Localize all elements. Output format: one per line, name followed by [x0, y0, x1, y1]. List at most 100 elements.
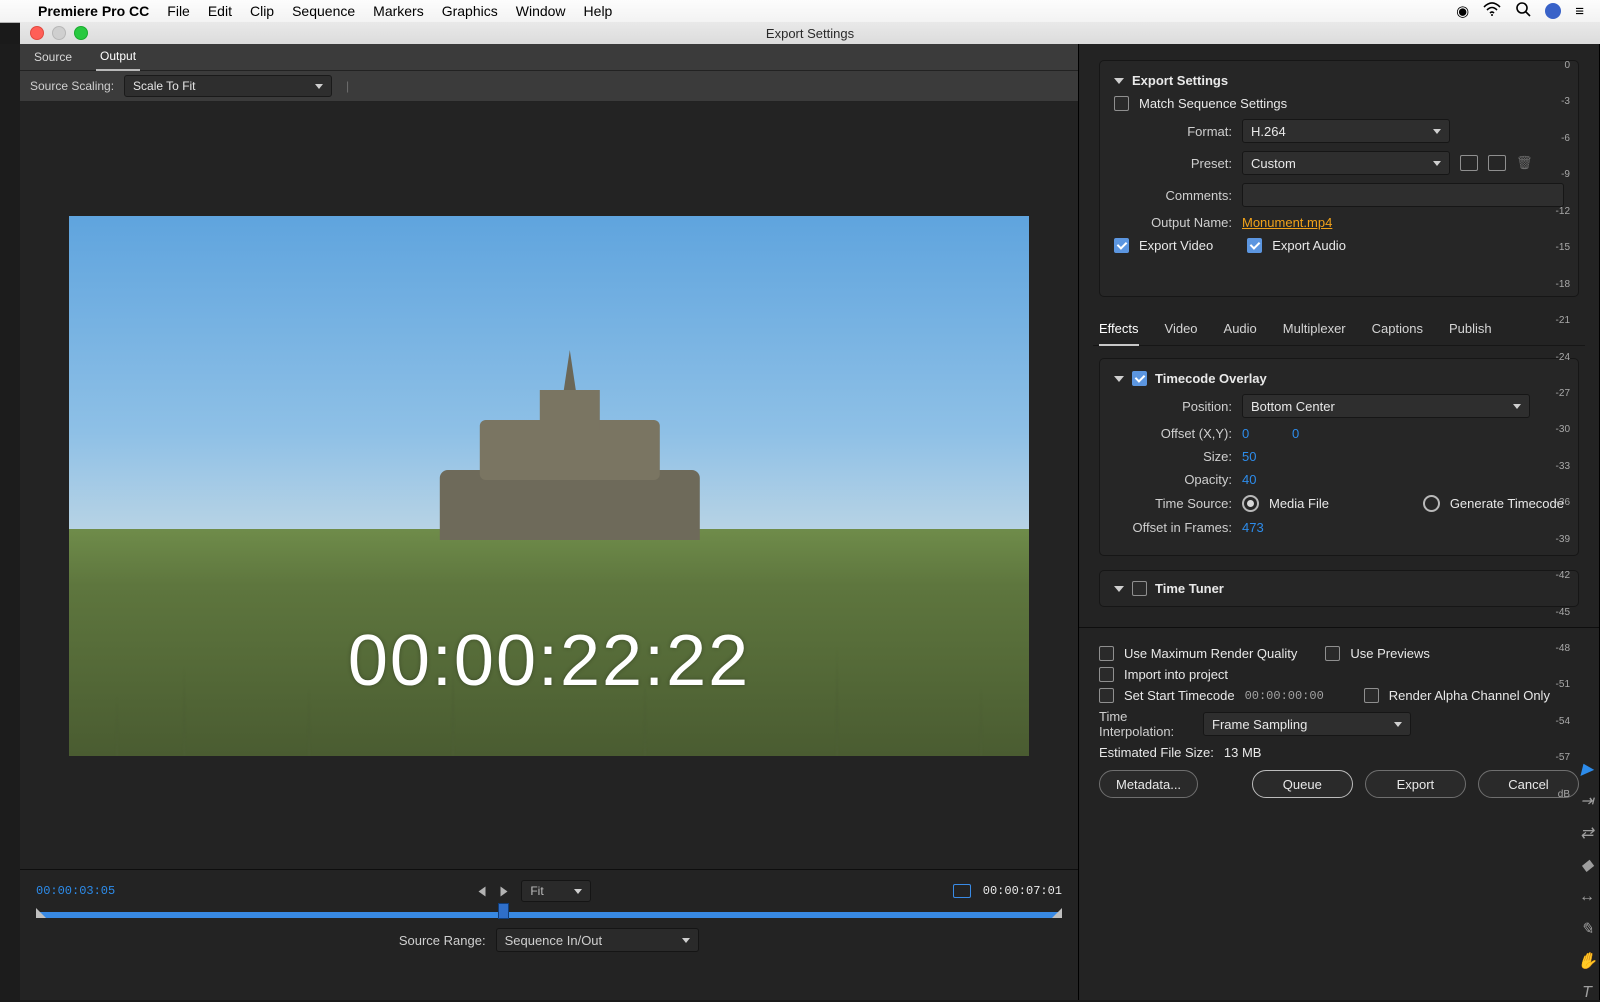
save-preset-icon[interactable] [1460, 155, 1478, 171]
menu-markers[interactable]: Markers [373, 3, 424, 19]
export-bottom-panel: Use Maximum Render Quality Use Previews … [1079, 627, 1599, 816]
comments-input[interactable] [1242, 183, 1564, 207]
chevron-down-icon [574, 889, 582, 894]
queue-button[interactable]: Queue [1252, 770, 1353, 798]
export-video-checkbox[interactable] [1114, 238, 1129, 253]
tab-source[interactable]: Source [30, 46, 76, 70]
chevron-down-icon [1433, 129, 1441, 134]
razor-tool-icon[interactable]: ◆ [1578, 856, 1596, 874]
preset-select[interactable]: Custom [1242, 151, 1450, 175]
menu-help[interactable]: Help [584, 3, 613, 19]
menu-clip[interactable]: Clip [250, 3, 274, 19]
delete-preset-icon[interactable]: 🗑 [1516, 155, 1533, 171]
match-sequence-label: Match Sequence Settings [1139, 96, 1287, 111]
format-select[interactable]: H.264 [1242, 119, 1450, 143]
hand-tool-icon[interactable]: ✋ [1578, 952, 1596, 970]
offset-frames-value[interactable]: 473 [1242, 520, 1282, 535]
offset-xy-label: Offset (X,Y): [1114, 426, 1232, 441]
notification-center-icon[interactable]: ≡ [1575, 3, 1584, 20]
zoom-fit-select[interactable]: Fit [521, 880, 590, 902]
cancel-button[interactable]: Cancel [1478, 770, 1579, 798]
video-preview[interactable]: 00:00:22:22 [69, 216, 1029, 756]
selection-tool-icon[interactable]: ▶ [1578, 760, 1596, 778]
slip-tool-icon[interactable]: ↔ [1578, 888, 1596, 906]
timecode-overlay-checkbox[interactable] [1132, 371, 1147, 386]
subtab-effects[interactable]: Effects [1099, 317, 1139, 346]
preset-label: Preset: [1114, 156, 1232, 171]
export-audio-checkbox[interactable] [1247, 238, 1262, 253]
position-select[interactable]: Bottom Center [1242, 394, 1530, 418]
set-start-timecode-checkbox[interactable] [1099, 688, 1114, 703]
pen-tool-icon[interactable]: ✎ [1578, 920, 1596, 938]
app-name[interactable]: Premiere Pro CC [38, 3, 149, 19]
subtab-video[interactable]: Video [1165, 317, 1198, 345]
comments-label: Comments: [1114, 188, 1232, 203]
type-tool-icon[interactable]: T [1578, 984, 1596, 1002]
export-settings-section: Export Settings Match Sequence Settings … [1099, 60, 1579, 297]
menu-edit[interactable]: Edit [208, 3, 232, 19]
menu-window[interactable]: Window [516, 3, 566, 19]
playhead[interactable] [498, 903, 509, 919]
section-title: Timecode Overlay [1155, 371, 1267, 386]
aspect-ratio-icon[interactable] [953, 884, 971, 898]
disclosure-icon[interactable] [1114, 586, 1124, 592]
source-range-value: Sequence In/Out [505, 933, 603, 948]
spotlight-icon[interactable] [1515, 1, 1531, 21]
chevron-down-icon [1394, 722, 1402, 727]
time-interp-label: Time Interpolation: [1099, 709, 1193, 739]
max-render-checkbox[interactable] [1099, 646, 1114, 661]
source-scaling-select[interactable]: Scale To Fit [124, 75, 332, 97]
start-timecode-value[interactable]: 00:00:00:00 [1245, 689, 1324, 703]
offset-frames-label: Offset in Frames: [1114, 520, 1232, 535]
estimated-size-value: 13 MB [1224, 745, 1262, 760]
timecode-in[interactable]: 00:00:03:05 [36, 884, 115, 898]
subtab-audio[interactable]: Audio [1224, 317, 1257, 345]
menu-sequence[interactable]: Sequence [292, 3, 355, 19]
timeline-strip[interactable] [36, 912, 1062, 918]
source-range-select[interactable]: Sequence In/Out [496, 928, 700, 952]
window-titlebar: Export Settings [20, 22, 1600, 45]
menu-file[interactable]: File [167, 3, 190, 19]
window-close-icon[interactable] [30, 26, 44, 40]
user-avatar-icon[interactable] [1545, 3, 1561, 19]
tab-output[interactable]: Output [96, 45, 140, 71]
rate-tool-icon[interactable]: ⇄ [1578, 824, 1596, 842]
in-point-handle[interactable] [36, 908, 46, 918]
subtab-multiplexer[interactable]: Multiplexer [1283, 317, 1346, 345]
step-back-icon[interactable] [479, 886, 486, 896]
source-scaling-label: Source Scaling: [30, 79, 114, 93]
time-tuner-checkbox[interactable] [1132, 581, 1147, 596]
time-interp-value: Frame Sampling [1212, 717, 1307, 732]
import-project-checkbox[interactable] [1099, 667, 1114, 682]
disclosure-icon[interactable] [1114, 78, 1124, 84]
step-forward-icon[interactable] [501, 886, 508, 896]
opacity-value[interactable]: 40 [1242, 472, 1282, 487]
media-file-radio[interactable] [1242, 495, 1259, 512]
wifi-icon[interactable] [1483, 2, 1501, 20]
window-zoom-icon[interactable] [74, 26, 88, 40]
match-sequence-checkbox[interactable] [1114, 96, 1129, 111]
disclosure-icon[interactable] [1114, 376, 1124, 382]
size-value[interactable]: 50 [1242, 449, 1282, 464]
export-button[interactable]: Export [1365, 770, 1466, 798]
menu-graphics[interactable]: Graphics [442, 3, 498, 19]
time-tuner-section: Time Tuner [1099, 570, 1579, 607]
metadata-button[interactable]: Metadata... [1099, 770, 1198, 798]
tool-palette: ▶ ⇥ ⇄ ◆ ↔ ✎ ✋ T [1578, 760, 1596, 1002]
use-previews-checkbox[interactable] [1325, 646, 1340, 661]
offset-y-value[interactable]: 0 [1292, 426, 1332, 441]
render-alpha-checkbox[interactable] [1364, 688, 1379, 703]
out-point-handle[interactable] [1052, 908, 1062, 918]
chevron-down-icon [1433, 161, 1441, 166]
ripple-tool-icon[interactable]: ⇥ [1578, 792, 1596, 810]
time-interp-select[interactable]: Frame Sampling [1203, 712, 1411, 736]
import-preset-icon[interactable] [1488, 155, 1506, 171]
subtab-captions[interactable]: Captions [1372, 317, 1423, 345]
zoom-fit-value: Fit [530, 884, 543, 898]
generate-timecode-radio[interactable] [1423, 495, 1440, 512]
creative-cloud-icon[interactable]: ◉ [1456, 2, 1469, 20]
output-name-link[interactable]: Monument.mp4 [1242, 215, 1332, 230]
offset-x-value[interactable]: 0 [1242, 426, 1282, 441]
subtab-publish[interactable]: Publish [1449, 317, 1492, 345]
set-start-timecode-label: Set Start Timecode [1124, 688, 1235, 703]
